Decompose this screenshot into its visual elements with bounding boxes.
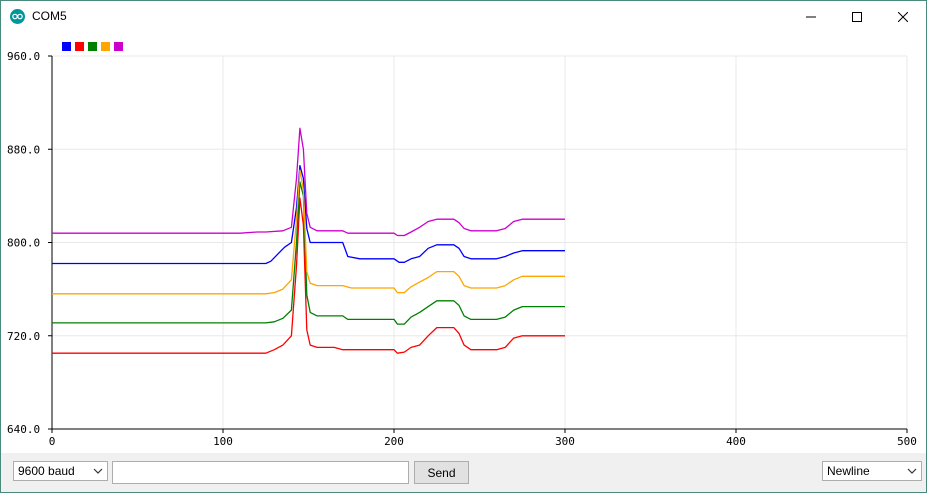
chevron-down-icon [907, 468, 917, 474]
message-input[interactable] [112, 461, 409, 484]
legend-swatch [114, 42, 123, 51]
legend-swatch [88, 42, 97, 51]
plot-area: 640.0 720.0 800.0 880.0 960.0 0 100 200 300 400 50… [1, 32, 926, 453]
line-ending-select[interactable]: Newline [822, 461, 922, 481]
maximize-icon [852, 11, 862, 22]
maximize-button[interactable] [834, 1, 880, 32]
y-tick-label: 640.0 [7, 423, 40, 436]
close-button[interactable] [880, 1, 926, 32]
x-tick-label: 400 [726, 435, 746, 448]
close-icon [898, 11, 908, 22]
series-line [52, 127, 565, 237]
serial-plotter-window: COM5 640.0 720.0 800.0 880.0 960.0 0 100 200 300… [0, 0, 927, 493]
baud-rate-select[interactable]: 9600 baud [13, 461, 108, 481]
y-tick-label: 960.0 [7, 50, 40, 63]
legend-swatch [62, 42, 71, 51]
minimize-icon [806, 16, 816, 17]
legend-swatch [101, 42, 110, 51]
title-bar: COM5 [1, 1, 926, 32]
x-tick-label: 300 [555, 435, 575, 448]
x-tick-label: 100 [213, 435, 233, 448]
grid-lines [51, 55, 908, 430]
y-tick-label: 720.0 [7, 330, 40, 343]
chevron-down-icon [93, 468, 103, 474]
series-line [52, 164, 565, 265]
x-tick-label: 500 [897, 435, 917, 448]
send-button[interactable]: Send [414, 461, 469, 484]
minimize-button[interactable] [788, 1, 834, 32]
series-lines [52, 127, 565, 354]
baud-rate-value: 9600 baud [18, 464, 75, 478]
x-tick-label: 0 [49, 435, 56, 448]
y-tick-label: 880.0 [7, 143, 40, 156]
series-line [52, 181, 565, 325]
arduino-icon [10, 9, 25, 24]
line-ending-value: Newline [827, 464, 870, 478]
y-tick-label: 800.0 [7, 237, 40, 250]
bottom-toolbar: 9600 baud Send Newline [1, 453, 926, 492]
window-title: COM5 [32, 9, 67, 23]
axes: 640.0 720.0 800.0 880.0 960.0 0 100 200 300 400 50… [7, 50, 917, 448]
legend [62, 42, 123, 51]
series-line [52, 169, 565, 295]
serial-plot-chart: 640.0 720.0 800.0 880.0 960.0 0 100 200 300 400 50… [7, 42, 917, 448]
legend-swatch [75, 42, 84, 51]
x-tick-label: 200 [384, 435, 404, 448]
